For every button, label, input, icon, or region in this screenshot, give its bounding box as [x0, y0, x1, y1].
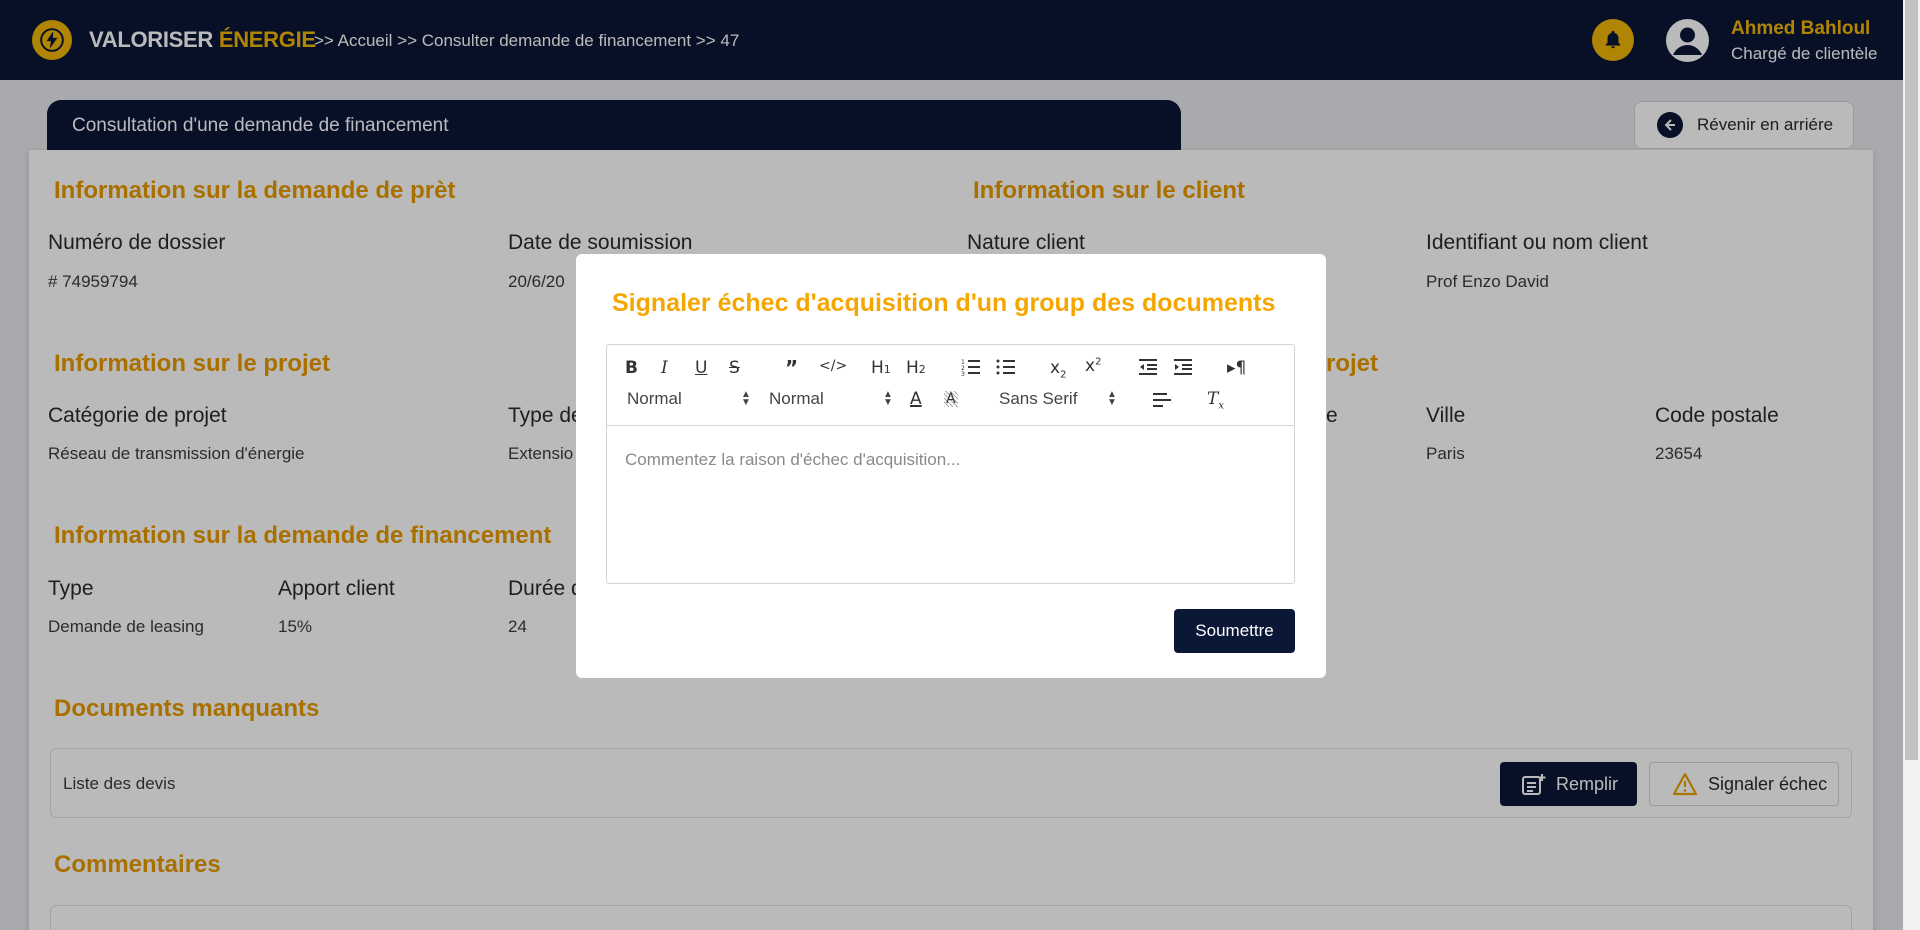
size-select[interactable]: Normal ▲ ▼: [627, 389, 751, 409]
align-left-icon[interactable]: [1152, 391, 1172, 414]
select-arrows-icon: ▲ ▼: [741, 389, 751, 408]
ordered-list-icon[interactable]: 123: [961, 358, 981, 381]
select-arrows-icon: ▲ ▼: [1107, 389, 1117, 408]
modal-title: Signaler échec d'acquisition d'un group …: [612, 289, 1276, 317]
comment-placeholder[interactable]: Commentez la raison d'échec d'acquisitio…: [625, 450, 960, 470]
text-color-icon[interactable]: A: [910, 389, 922, 409]
heading-2-icon[interactable]: H2: [906, 358, 926, 378]
underline-icon[interactable]: U: [695, 358, 707, 378]
font-select-value: Sans Serif: [999, 389, 1078, 408]
indent-icon[interactable]: [1173, 358, 1193, 381]
select-arrows-icon: ▲ ▼: [883, 389, 893, 408]
font-select[interactable]: Sans Serif ▲ ▼: [999, 389, 1119, 409]
superscript-icon[interactable]: x2: [1085, 356, 1101, 376]
clear-format-icon[interactable]: Tx: [1207, 389, 1224, 411]
italic-icon[interactable]: I: [661, 358, 668, 378]
header-select-value: Normal: [769, 389, 824, 408]
text-direction-icon[interactable]: ▸¶: [1227, 358, 1246, 378]
strikethrough-icon[interactable]: S: [729, 358, 740, 378]
report-failure-modal: Signaler échec d'acquisition d'un group …: [576, 254, 1326, 678]
bold-icon[interactable]: B: [625, 358, 638, 378]
subscript-icon[interactable]: x2: [1050, 358, 1066, 380]
size-select-value: Normal: [627, 389, 682, 408]
scrollbar-thumb[interactable]: [1905, 0, 1918, 760]
blockquote-icon[interactable]: ”: [785, 356, 798, 380]
heading-1-icon[interactable]: H1: [871, 358, 891, 378]
code-block-icon[interactable]: </>: [819, 358, 847, 374]
rich-text-editor: B I U S ” </> H1 H2 123 x2 x2 ▸¶ Normal …: [606, 344, 1295, 584]
outdent-icon[interactable]: [1138, 358, 1158, 381]
bullet-list-icon[interactable]: [996, 358, 1016, 381]
background-color-icon[interactable]: A: [944, 391, 958, 407]
header-select[interactable]: Normal ▲ ▼: [769, 389, 893, 409]
svg-text:3: 3: [961, 371, 965, 376]
submit-button[interactable]: Soumettre: [1174, 609, 1295, 653]
editor-toolbar: B I U S ” </> H1 H2 123 x2 x2 ▸¶ Normal …: [607, 345, 1294, 426]
